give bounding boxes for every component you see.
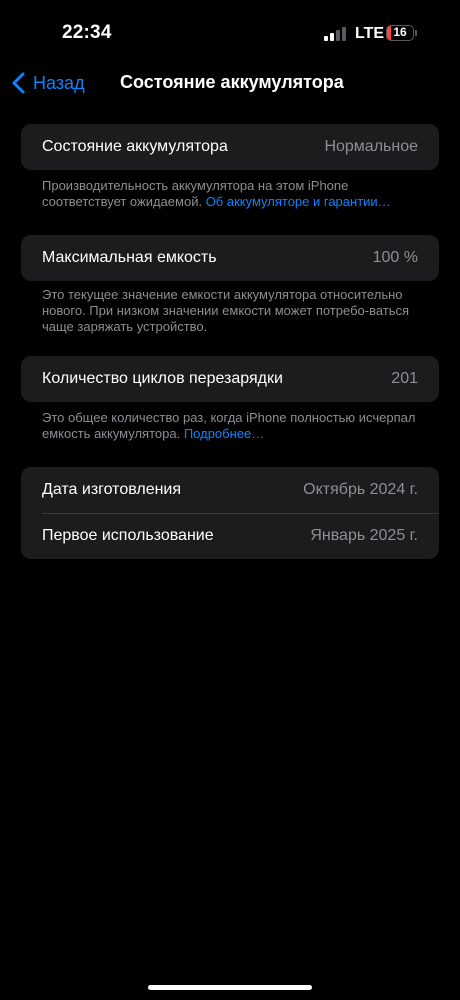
cycle-count-row: Количество циклов перезарядки 201 <box>21 356 439 402</box>
manufacture-date-value: Октябрь 2024 г. <box>303 481 418 498</box>
learn-more-link[interactable]: Подробнее… <box>184 426 264 441</box>
cycle-count-label: Количество циклов перезарядки <box>42 370 283 387</box>
battery-health-footnote: Производительность аккумулятора на этом … <box>42 178 422 210</box>
battery-cap <box>415 30 417 36</box>
battery-icon: 16 <box>386 25 414 41</box>
first-use-label: Первое использование <box>42 527 214 544</box>
max-capacity-group: Максимальная емкость 100 % <box>21 235 439 281</box>
battery-health-group: Состояние аккумулятора Нормальное <box>21 124 439 170</box>
status-bar: 22:34 LTE 16 <box>0 0 460 60</box>
battery-warranty-link[interactable]: Об аккумуляторе и гарантии… <box>206 194 391 209</box>
status-time: 22:34 <box>62 22 112 43</box>
battery-health-label: Состояние аккумулятора <box>42 138 228 155</box>
max-capacity-footnote: Это текущее значение емкости аккумулятор… <box>42 287 410 334</box>
cycle-count-value: 201 <box>391 370 418 387</box>
battery-health-value: Нормальное <box>324 138 418 155</box>
cycle-count-group: Количество циклов перезарядки 201 <box>21 356 439 402</box>
network-type: LTE <box>355 25 385 42</box>
first-use-value: Январь 2025 г. <box>310 527 418 544</box>
manufacture-date-row: Дата изготовления Октябрь 2024 г. <box>21 467 439 513</box>
battery-level: 16 <box>393 25 407 39</box>
page-title: Состояние аккумулятора <box>120 72 344 92</box>
cycle-count-footnote: Это общее количество раз, когда iPhone п… <box>42 410 422 442</box>
signal-bar <box>324 36 328 41</box>
cellular-signal-icon <box>324 27 348 41</box>
chevron-left-icon <box>12 72 25 94</box>
back-button-label: Назад <box>33 72 85 93</box>
battery-health-row: Состояние аккумулятора Нормальное <box>21 124 439 170</box>
signal-bar <box>330 33 334 41</box>
home-indicator[interactable] <box>148 985 312 990</box>
dates-group: Дата изготовления Октябрь 2024 г. Первое… <box>21 467 439 559</box>
signal-bar <box>342 27 346 41</box>
first-use-row: Первое использование Январь 2025 г. <box>21 513 439 559</box>
max-capacity-label: Максимальная емкость <box>42 249 217 266</box>
back-button[interactable]: Назад <box>12 70 85 96</box>
max-capacity-value: 100 % <box>372 249 418 266</box>
max-capacity-row: Максимальная емкость 100 % <box>21 235 439 281</box>
manufacture-date-label: Дата изготовления <box>42 481 182 498</box>
signal-bar <box>336 30 340 41</box>
